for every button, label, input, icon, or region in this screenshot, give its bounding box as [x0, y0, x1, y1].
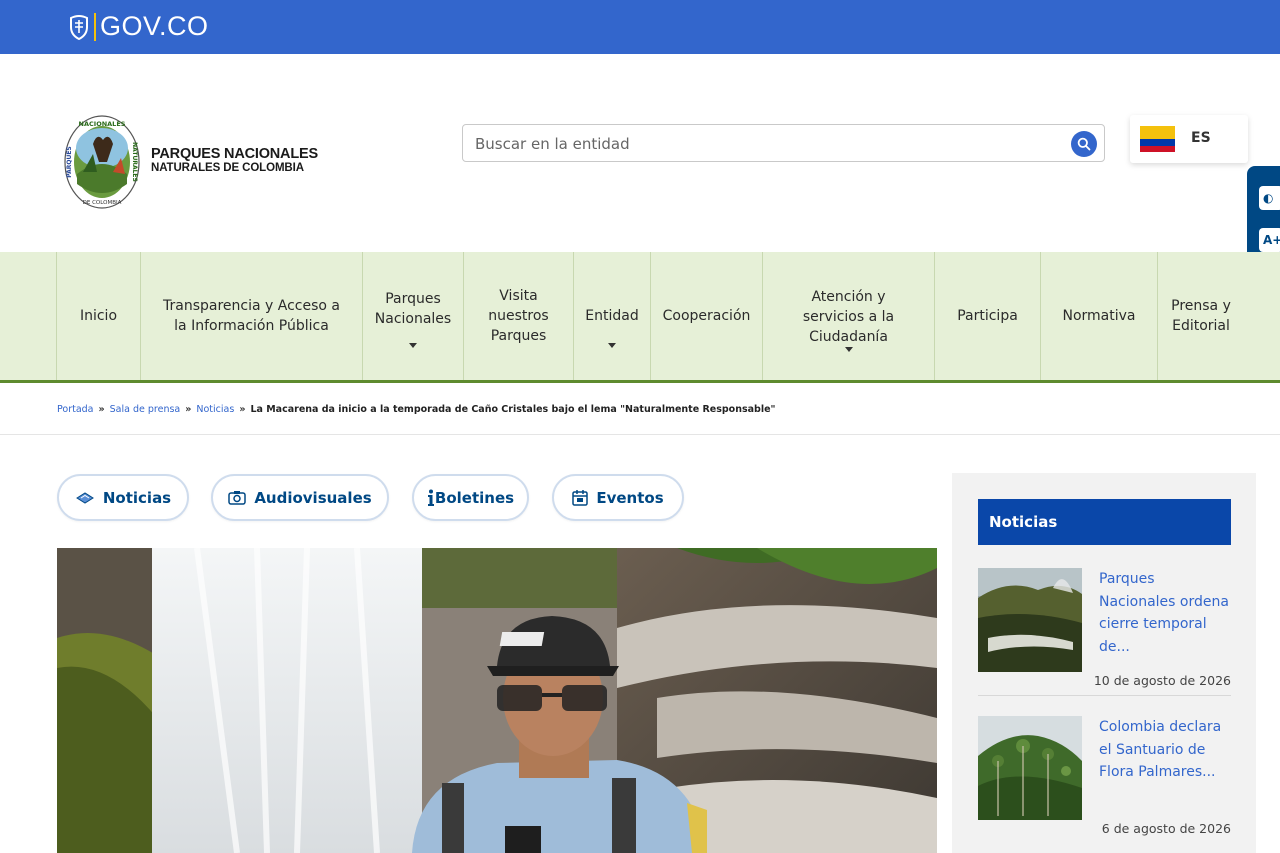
- nav-item-visita[interactable]: Visita nuestros Parques: [463, 252, 573, 380]
- font-increase-button[interactable]: A+: [1259, 228, 1280, 252]
- gov-bar: GOV.CO: [0, 0, 1280, 54]
- tab-label: Audiovisuales: [254, 488, 372, 507]
- breadcrumb-noticias[interactable]: Noticias: [196, 404, 234, 415]
- mountain-landscape-photo: [978, 568, 1082, 672]
- language-code: ES: [1191, 130, 1211, 146]
- nav-item-label: Parques Nacionales: [374, 291, 452, 327]
- search-input[interactable]: [475, 133, 1055, 155]
- colombia-flag-icon: [1140, 126, 1175, 152]
- tab-label: Noticias: [102, 488, 172, 507]
- nav-item-cooperacion[interactable]: Cooperación: [650, 252, 762, 380]
- org-name[interactable]: PARQUES NACIONALES NATURALES DE COLOMBIA: [151, 146, 318, 175]
- parques-nacionales-logo[interactable]: NACIONALES PARQUES NATURALES DE COLOMBIA: [63, 114, 141, 210]
- gov-logo[interactable]: GOV.CO: [68, 11, 209, 42]
- breadcrumb-separator: »: [98, 404, 105, 415]
- divider: [0, 434, 1280, 435]
- breadcrumb-current: La Macarena da inicio a la temporada de …: [250, 404, 776, 415]
- news-date: 10 de agosto de 2026: [1093, 673, 1231, 688]
- nav-item-label: Prensa y Editorial: [1171, 298, 1231, 334]
- org-name-line2: NATURALES DE COLOMBIA: [151, 162, 304, 174]
- news-thumbnail[interactable]: [978, 568, 1082, 672]
- nav-item-atencion[interactable]: Atención y servicios a la Ciudadanía: [762, 252, 934, 380]
- nav-item-label: Normativa: [1062, 308, 1136, 324]
- breadcrumb-portada[interactable]: Portada: [57, 404, 94, 415]
- tab-noticias[interactable]: Noticias: [57, 474, 189, 521]
- nav-item-prensa[interactable]: Prensa y Editorial: [1157, 252, 1242, 380]
- nav-item-inicio[interactable]: Inicio: [56, 252, 140, 380]
- sidebar-title: Noticias: [978, 499, 1231, 545]
- nav-item-normativa[interactable]: Normativa: [1040, 252, 1157, 380]
- nav-item-label: Visita nuestros Parques: [488, 288, 549, 344]
- logo-text-bottom: DE COLOMBIA: [83, 200, 122, 206]
- tab-audiovisuales[interactable]: Audiovisuales: [211, 474, 389, 521]
- nav-item-label: Inicio: [79, 308, 118, 324]
- chevron-down-icon: [409, 343, 417, 348]
- news-title[interactable]: Parques Nacionales ordena cierre tempora…: [1099, 568, 1229, 658]
- tab-label: Eventos: [596, 488, 664, 507]
- calendar-icon: [572, 489, 589, 506]
- newspaper-icon: [75, 491, 95, 505]
- chevron-down-icon: [844, 347, 853, 352]
- nav-item-entidad[interactable]: Entidad: [573, 252, 650, 380]
- camera-icon: [228, 490, 247, 505]
- main-nav: Inicio Transparencia y Acceso a la Infor…: [0, 252, 1280, 383]
- breadcrumb-sala-de-prensa[interactable]: Sala de prensa: [110, 404, 181, 415]
- search-icon: [1077, 137, 1091, 151]
- contrast-icon: ◐: [1263, 191, 1274, 205]
- logo-text-left: PARQUES: [66, 146, 73, 178]
- nav-item-parques-nacionales[interactable]: Parques Nacionales: [362, 252, 463, 380]
- ranger-waterfall-photo: [57, 548, 937, 853]
- news-thumbnail[interactable]: [978, 716, 1082, 820]
- breadcrumb-separator: »: [239, 404, 246, 415]
- tab-label: Boletines: [434, 488, 515, 507]
- nav-item-participa[interactable]: Participa: [934, 252, 1040, 380]
- gov-brand: GOV.CO: [100, 11, 209, 41]
- org-name-line1: PARQUES NACIONALES: [151, 146, 318, 162]
- info-icon: [427, 489, 435, 506]
- nav-item-label: Atención y servicios a la Ciudadanía: [802, 289, 895, 345]
- nav-item-label: Participa: [957, 308, 1018, 324]
- chevron-down-icon: [608, 343, 616, 348]
- tab-eventos[interactable]: Eventos: [552, 474, 684, 521]
- news-title[interactable]: Colombia declara el Santuario de Flora P…: [1099, 716, 1229, 784]
- colombia-shield-icon: [70, 14, 88, 40]
- article-hero-image: [57, 548, 937, 853]
- news-date: 6 de agosto de 2026: [1101, 821, 1231, 836]
- breadcrumb: Portada » Sala de prensa » Noticias » La Macar…: [57, 404, 776, 415]
- nav-item-transparencia[interactable]: Transparencia y Acceso a la Información …: [140, 252, 362, 380]
- sidebar-news: Noticias Parques Nacionales ordena cierr…: [952, 473, 1256, 853]
- nav-item-label: Entidad: [585, 308, 639, 324]
- breadcrumb-separator: »: [185, 404, 192, 415]
- gov-logo-separator: [94, 12, 96, 41]
- search-box: [462, 124, 1105, 162]
- logo-text-right: NATURALES: [131, 142, 138, 182]
- tab-boletines[interactable]: Boletines: [412, 474, 529, 521]
- search-button[interactable]: [1071, 131, 1097, 157]
- nav-item-label: Cooperación: [662, 308, 751, 324]
- logo-text-top: NACIONALES: [79, 120, 126, 128]
- contrast-button[interactable]: ◐: [1259, 186, 1280, 210]
- language-selector[interactable]: ES: [1130, 115, 1248, 163]
- news-divider: [978, 695, 1231, 696]
- nav-item-label: Transparencia y Acceso a la Información …: [163, 298, 340, 334]
- palm-forest-photo: [978, 716, 1082, 820]
- font-increase-icon: A+: [1263, 233, 1280, 247]
